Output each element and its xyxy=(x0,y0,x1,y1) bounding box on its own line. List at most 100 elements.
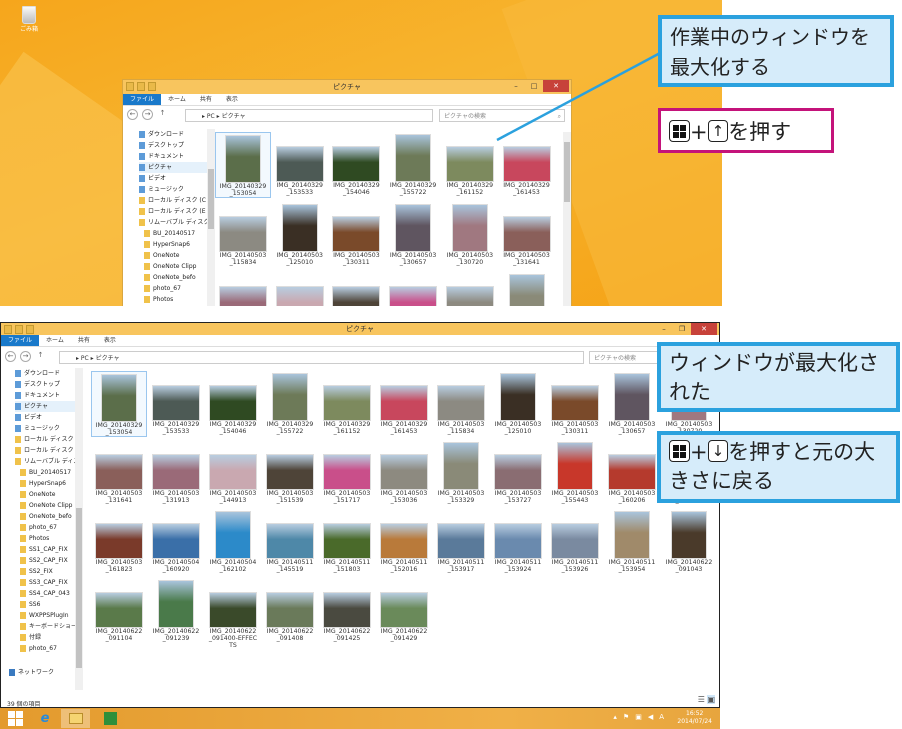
thumbnail-item[interactable]: IMG_20140503 _115834 xyxy=(433,371,489,435)
nav-item-label: WXPPSPlugIn xyxy=(29,612,69,619)
nav-item[interactable]: ピクチャ xyxy=(15,401,75,412)
nav-item[interactable]: SS2_CAP_FIX xyxy=(15,555,75,566)
nav-item[interactable]: HyperSnap6 xyxy=(15,478,75,489)
thumbnail-item[interactable]: IMG_20140622 _091043 xyxy=(661,509,717,573)
file-explorer-icon[interactable] xyxy=(61,709,90,728)
tab-share[interactable]: 共有 xyxy=(71,335,97,346)
folder-icon xyxy=(15,458,21,465)
nav-item[interactable]: SS1_CAP_FIX xyxy=(15,544,75,555)
store-icon[interactable] xyxy=(97,709,123,728)
back-button[interactable]: ← xyxy=(5,351,16,362)
nav-item[interactable]: SS2_FIX xyxy=(15,566,75,577)
thumbnail-item[interactable]: IMG_20140622 _091400-EFFEC TS xyxy=(205,578,261,649)
nav-item[interactable]: ビデオ xyxy=(15,412,75,423)
thumbnail-item[interactable]: IMG_20140503 _130311 xyxy=(547,371,603,435)
thumbnail-item[interactable]: IMG_20140329 _153054 xyxy=(91,371,147,437)
nav-item[interactable]: OneNote Clipp xyxy=(15,500,75,511)
nav-item[interactable]: SS4_CAP_043 xyxy=(15,588,75,599)
restore-button[interactable]: ❐ xyxy=(673,323,691,335)
thumbnail-item[interactable]: IMG_20140503 _155443 xyxy=(547,440,603,504)
details-view-icon: ☰ xyxy=(697,695,705,704)
thumbnail-item[interactable]: IMG_20140511 _153917 xyxy=(433,509,489,573)
thumbnail-item[interactable]: IMG_20140329 _154046 xyxy=(205,371,261,435)
thumbnail-item[interactable]: IMG_20140329 _155722 xyxy=(262,371,318,435)
thumbnail-item[interactable]: IMG_20140622 _091239 xyxy=(148,578,204,642)
nav-item[interactable]: ローカル ディスク (C xyxy=(15,434,75,445)
thumbnail-item[interactable]: IMG_20140622 _091425 xyxy=(319,578,375,642)
minimize-button[interactable]: – xyxy=(655,323,673,335)
nav-item[interactable]: BU_20140517 xyxy=(15,467,75,478)
nav-item[interactable]: キーボードショート xyxy=(15,621,75,632)
thumbnail-item[interactable]: IMG_20140503 _130657 xyxy=(604,371,660,435)
nav-item[interactable]: photo_67 xyxy=(15,643,75,654)
thumbnail-item[interactable]: IMG_20140622 _091408 xyxy=(262,578,318,642)
nav-item[interactable]: ドキュメント xyxy=(15,390,75,401)
photo-thumbnail xyxy=(437,523,485,559)
nav-item[interactable]: デスクトップ xyxy=(15,379,75,390)
thumbnail-item[interactable]: IMG_20140329 _161453 xyxy=(376,371,432,435)
thumbnail-item[interactable]: IMG_20140503 _153727 xyxy=(490,440,546,504)
nav-item-label: 付録 xyxy=(29,634,42,641)
thumbnail-item[interactable]: IMG_20140503 _160206 xyxy=(604,440,660,504)
nav-item[interactable]: SS3_CAP_FIX xyxy=(15,577,75,588)
nav-item[interactable]: OneNote_befo xyxy=(15,511,75,522)
file-name: _152016 xyxy=(390,566,418,573)
thumbnail-item[interactable]: IMG_20140511 _153954 xyxy=(604,509,660,573)
thumbnail-item[interactable]: IMG_20140329 _153533 xyxy=(148,371,204,435)
file-name: _153926 xyxy=(561,566,589,573)
thumbnail-item[interactable]: IMG_20140503 _161823 xyxy=(91,509,147,573)
up-button[interactable]: ↑ xyxy=(35,351,46,362)
thumbnail-item[interactable]: IMG_20140503_153329 xyxy=(433,440,489,504)
file-name: IMG_20140511 xyxy=(551,559,599,566)
address-bar[interactable]: ▸ PC ▸ ピクチャ xyxy=(59,351,584,364)
thumbnail-item[interactable]: IMG_20140511 _152016 xyxy=(376,509,432,573)
nav-scrollbar[interactable] xyxy=(75,368,83,690)
nav-item[interactable]: OneNote xyxy=(15,489,75,500)
thumbnail-item[interactable]: IMG_20140503 _125010 xyxy=(490,371,546,435)
title-bar[interactable]: ピクチャ – ❐ ✕ xyxy=(1,323,719,335)
thumbnail-item[interactable]: IMG_20140622 _091429 xyxy=(376,578,432,642)
forward-button[interactable]: → xyxy=(20,351,31,362)
file-name: _151717 xyxy=(333,497,361,504)
nav-item[interactable]: 付録 xyxy=(15,632,75,643)
nav-item[interactable]: リムーバブル ディスク xyxy=(15,456,75,467)
file-name: IMG_20140503 xyxy=(266,490,314,497)
quick-access-toolbar[interactable] xyxy=(4,325,34,334)
thumbnail-item[interactable]: IMG_20140511 _151803 xyxy=(319,509,375,573)
clock[interactable]: 16:52 2014/07/24 xyxy=(677,710,712,726)
thumbnail-item[interactable]: IMG_20140511 _145519 xyxy=(262,509,318,573)
tab-file[interactable]: ファイル xyxy=(1,335,40,346)
nav-item[interactable]: Photos xyxy=(15,533,75,544)
file-name: IMG_20140503 xyxy=(494,421,542,428)
thumbnail-item[interactable]: IMG_20140503 _131641 xyxy=(91,440,147,504)
thumbnail-item[interactable]: IMG_20140503_144913 xyxy=(205,440,261,504)
nav-item[interactable]: ダウンロード xyxy=(15,368,75,379)
thumbnail-item[interactable]: IMG_20140503_151539 xyxy=(262,440,318,504)
nav-item[interactable]: ローカル ディスク (E xyxy=(15,445,75,456)
thumbnail-item[interactable]: IMG_20140504 _162102 xyxy=(205,509,261,573)
photo-thumbnail xyxy=(266,454,314,490)
photo-thumbnail xyxy=(101,374,137,422)
thumbnail-item[interactable]: IMG_20140503_151717 xyxy=(319,440,375,504)
nav-item[interactable]: WXPPSPlugIn xyxy=(15,610,75,621)
system-tray[interactable]: ▴⚑▣◀A xyxy=(613,713,670,721)
thumbnail-item[interactable]: IMG_20140503_153036 xyxy=(376,440,432,504)
thumbnail-item[interactable]: IMG_20140511 _153924 xyxy=(490,509,546,573)
close-button[interactable]: ✕ xyxy=(691,323,717,335)
tab-view[interactable]: 表示 xyxy=(97,335,123,346)
thumbnail-item[interactable]: IMG_20140503_131913 xyxy=(148,440,204,504)
thumbnail-item[interactable]: IMG_20140329 _161152 xyxy=(319,371,375,435)
internet-explorer-icon[interactable]: e xyxy=(32,709,58,728)
view-toggle[interactable]: ☰ ▣ xyxy=(698,695,715,704)
nav-item[interactable]: photo_67 xyxy=(15,522,75,533)
file-name: _131913 xyxy=(162,497,190,504)
tab-home[interactable]: ホーム xyxy=(39,335,71,346)
start-button[interactable] xyxy=(2,709,28,728)
nav-network[interactable]: ネットワーク xyxy=(9,667,54,678)
nav-item[interactable]: ミュージック xyxy=(15,423,75,434)
file-name: IMG_20140504 xyxy=(209,559,257,566)
nav-item[interactable]: SS6 xyxy=(15,599,75,610)
thumbnail-item[interactable]: IMG_20140511 _153926 xyxy=(547,509,603,573)
thumbnail-item[interactable]: IMG_20140622 _091104 xyxy=(91,578,147,642)
thumbnail-item[interactable]: IMG_20140504 _160920 xyxy=(148,509,204,573)
